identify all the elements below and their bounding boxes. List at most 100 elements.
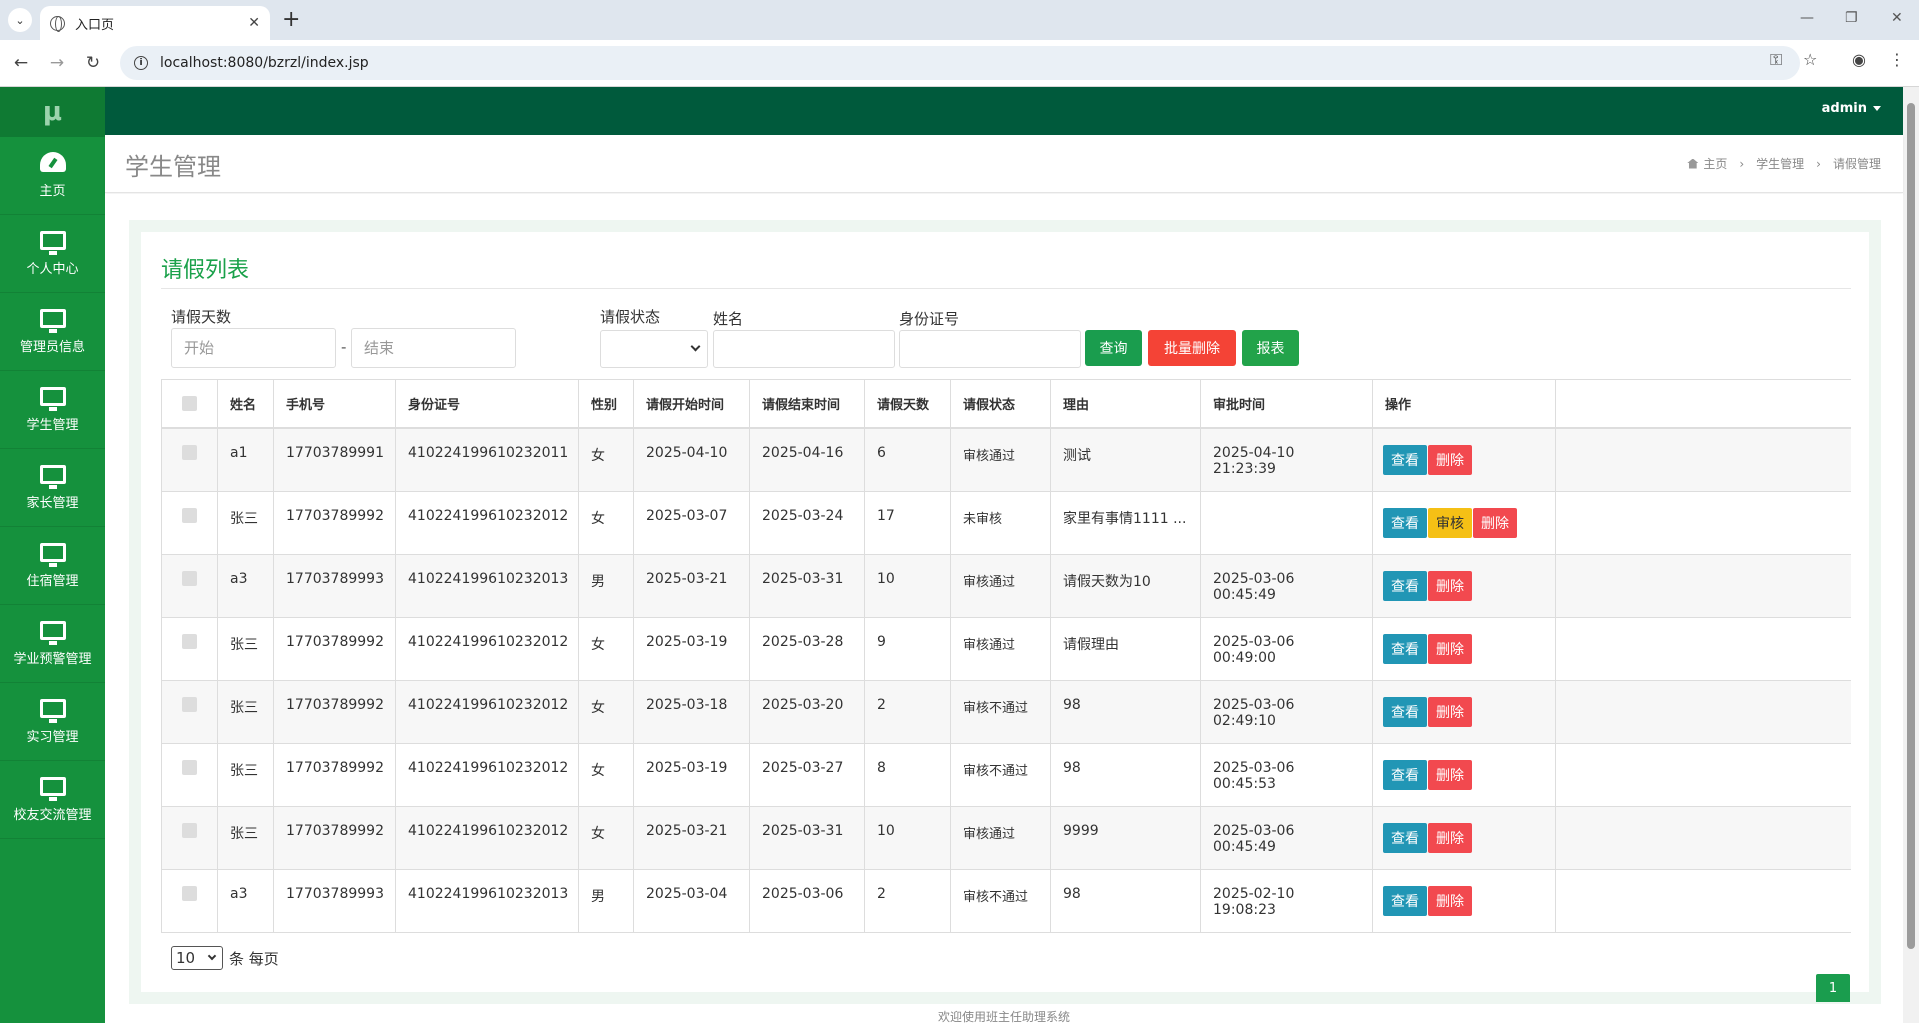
bookmark-star-icon[interactable]: ☆: [1803, 50, 1817, 69]
cell-phone: 17703789993: [274, 870, 396, 932]
cell-approved: 2025-02-10 19:08:23: [1201, 870, 1373, 932]
more-menu-icon[interactable]: ⋮: [1889, 50, 1905, 69]
column-header: 请假结束时间: [750, 380, 865, 427]
monitor-icon: [39, 230, 66, 255]
breadcrumb-home[interactable]: 主页: [1703, 155, 1727, 172]
delete-button[interactable]: 删除: [1473, 508, 1517, 538]
view-button[interactable]: 查看: [1383, 760, 1427, 790]
sidebar-item-8[interactable]: 校友交流管理: [0, 761, 105, 839]
sidebar-item-1[interactable]: 个人中心: [0, 215, 105, 293]
cell-status: 审核通过: [951, 807, 1051, 869]
delete-button[interactable]: 删除: [1428, 634, 1472, 664]
batch-delete-button[interactable]: 批量删除: [1148, 330, 1236, 366]
view-button[interactable]: 查看: [1383, 445, 1427, 475]
row-checkbox[interactable]: [182, 396, 197, 411]
tab-search-chevron-icon[interactable]: ⌄: [8, 8, 32, 32]
checkbox-cell: [162, 744, 218, 806]
name-input[interactable]: [713, 330, 895, 368]
cell-status: 审核不通过: [951, 744, 1051, 806]
sidebar-item-5[interactable]: 住宿管理: [0, 527, 105, 605]
minimize-icon[interactable]: —: [1800, 10, 1814, 26]
back-icon[interactable]: ←: [8, 50, 34, 76]
cell-gender: 女: [579, 618, 634, 680]
column-header: 身份证号: [396, 380, 579, 427]
sidebar-item-3[interactable]: 学生管理: [0, 371, 105, 449]
row-checkbox[interactable]: [182, 760, 197, 775]
delete-button[interactable]: 删除: [1428, 445, 1472, 475]
profile-icon[interactable]: ◉: [1852, 50, 1866, 69]
site-info-icon[interactable]: i: [134, 56, 148, 70]
sidebar-item-label: 住宿管理: [26, 573, 79, 589]
row-checkbox[interactable]: [182, 823, 197, 838]
cell-approved: 2025-03-06 00:45:49: [1201, 555, 1373, 617]
report-button[interactable]: 报表: [1242, 330, 1299, 366]
cell-reason: 98: [1051, 870, 1201, 932]
page-size-select[interactable]: 10: [171, 946, 223, 970]
delete-button[interactable]: 删除: [1428, 760, 1472, 790]
breadcrumb-separator: ›: [1816, 156, 1821, 171]
cell-gender: 女: [579, 429, 634, 491]
days-start-input[interactable]: 开始: [171, 328, 336, 368]
audit-button[interactable]: 审核: [1428, 508, 1472, 538]
close-window-icon[interactable]: ✕: [1891, 10, 1903, 26]
idcard-input[interactable]: [899, 330, 1081, 368]
cell-actions: 查看 删除: [1373, 555, 1556, 617]
sidebar-item-6[interactable]: 学业预警管理: [0, 605, 105, 683]
cell-start: 2025-03-19: [634, 618, 750, 680]
key-icon[interactable]: ⚿: [1770, 50, 1782, 70]
page-header: 学生管理 主页 › 学生管理 › 请假管理: [105, 135, 1903, 193]
days-end-input[interactable]: 结束: [351, 328, 516, 368]
cell-actions: 查看 删除: [1373, 744, 1556, 806]
view-button[interactable]: 查看: [1383, 823, 1427, 853]
sidebar-item-4[interactable]: 家长管理: [0, 449, 105, 527]
delete-button[interactable]: 删除: [1428, 697, 1472, 727]
sidebar-item-7[interactable]: 实习管理: [0, 683, 105, 761]
cell-approved: [1201, 492, 1373, 554]
breadcrumb: 主页 › 学生管理 › 请假管理: [1687, 155, 1881, 172]
checkbox-cell: [162, 681, 218, 743]
cell-reason: 98: [1051, 681, 1201, 743]
sidebar-item-2[interactable]: 管理员信息: [0, 293, 105, 371]
view-button[interactable]: 查看: [1383, 697, 1427, 727]
cell-phone: 17703789992: [274, 681, 396, 743]
sidebar-item-label: 学业预警管理: [13, 651, 92, 667]
column-header: 理由: [1051, 380, 1201, 427]
status-select[interactable]: [600, 330, 708, 368]
cell-start: 2025-03-18: [634, 681, 750, 743]
address-bar[interactable]: i localhost:8080/bzrzl/index.jsp: [120, 46, 1800, 80]
row-checkbox[interactable]: [182, 445, 197, 460]
monitor-icon: [39, 464, 66, 489]
view-button[interactable]: 查看: [1383, 886, 1427, 916]
row-checkbox[interactable]: [182, 508, 197, 523]
reload-icon[interactable]: ↻: [80, 50, 106, 76]
page-1-button[interactable]: 1: [1816, 974, 1850, 1002]
row-checkbox[interactable]: [182, 886, 197, 901]
row-checkbox[interactable]: [182, 634, 197, 649]
delete-button[interactable]: 删除: [1428, 886, 1472, 916]
scrollbar-thumb[interactable]: [1907, 103, 1915, 949]
cell-approved: 2025-03-06 02:49:10: [1201, 681, 1373, 743]
breadcrumb-section[interactable]: 学生管理: [1756, 155, 1804, 172]
row-checkbox[interactable]: [182, 571, 197, 586]
new-tab-icon[interactable]: +: [282, 8, 300, 32]
tab-close-icon[interactable]: ✕: [248, 15, 260, 31]
restore-icon[interactable]: ❐: [1845, 10, 1858, 26]
forward-icon[interactable]: →: [44, 50, 70, 76]
column-header: 请假状态: [951, 380, 1051, 427]
delete-button[interactable]: 删除: [1428, 571, 1472, 601]
view-button[interactable]: 查看: [1383, 508, 1427, 538]
sidebar-item-0[interactable]: 主页: [0, 137, 105, 215]
page-scrollbar[interactable]: [1903, 87, 1919, 1023]
delete-button[interactable]: 删除: [1428, 823, 1472, 853]
cell-approved: 2025-03-06 00:45:53: [1201, 744, 1373, 806]
table-row: 张三 17703789992 410224199610232012 女 2025-03-…: [162, 681, 1851, 744]
view-button[interactable]: 查看: [1383, 634, 1427, 664]
user-menu[interactable]: admin: [1822, 101, 1881, 116]
cell-approved: 2025-04-10 21:23:39: [1201, 429, 1373, 491]
query-button[interactable]: 查询: [1085, 330, 1142, 366]
row-checkbox[interactable]: [182, 697, 197, 712]
cell-days: 10: [865, 807, 951, 869]
browser-tab[interactable]: 入口页 ✕: [40, 6, 270, 40]
view-button[interactable]: 查看: [1383, 571, 1427, 601]
home-icon: [1687, 158, 1699, 169]
